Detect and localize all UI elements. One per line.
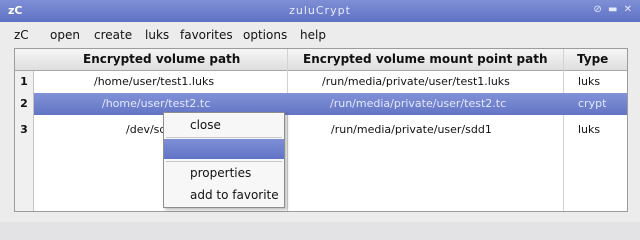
row-number-column: 1 2 3 — [15, 71, 34, 211]
column-header-type[interactable]: Type — [577, 52, 608, 66]
title-bar[interactable]: zC zuluCrypt ⊘ ▬ ✕ — [0, 0, 640, 22]
row-number: 2 — [20, 97, 28, 110]
volume-type-cell: crypt — [578, 97, 607, 110]
volume-type-cell: luks — [578, 123, 601, 136]
mount-path-cell: /run/media/private/user/sdd1 — [331, 123, 492, 136]
context-close-label: close — [190, 118, 221, 132]
mount-path-cell: /run/media/private/user/test2.tc — [330, 97, 507, 110]
table-header: Encrypted volume path Encrypted volume m… — [15, 49, 627, 71]
context-add-to-favorite-label: add to favorite — [190, 188, 279, 202]
window-title: zuluCrypt — [289, 4, 351, 17]
mount-path-cell: /run/media/private/user/test1.luks — [322, 75, 510, 88]
menu-help[interactable]: help — [300, 28, 326, 42]
context-highlighted-item[interactable] — [164, 139, 284, 159]
column-header-volume-path[interactable]: Encrypted volume path — [83, 52, 240, 66]
context-menu: close properties add to favorite — [163, 112, 285, 208]
menu-options[interactable]: options — [243, 28, 287, 42]
minimize-icon[interactable]: ▬ — [608, 4, 617, 15]
context-properties[interactable]: properties — [164, 163, 284, 183]
menu-create[interactable]: create — [94, 28, 132, 42]
close-window-icon[interactable]: ✕ — [624, 4, 632, 15]
volume-type-cell: luks — [578, 75, 601, 88]
menu-luks[interactable]: luks — [145, 28, 169, 42]
menu-favorites[interactable]: favorites — [180, 28, 233, 42]
context-properties-label: properties — [190, 166, 252, 180]
status-bar — [0, 222, 640, 240]
volumes-table[interactable]: Encrypted volume path Encrypted volume m… — [14, 48, 628, 212]
menu-zc[interactable]: zC — [14, 28, 29, 42]
window-help-icon[interactable]: ⊘ — [593, 4, 601, 15]
menu-bar: zC open create luks favorites options he… — [0, 24, 640, 46]
context-add-to-favorite[interactable]: add to favorite — [164, 185, 284, 205]
table-row-selected[interactable]: /home/user/test2.tc /run/media/private/u… — [34, 93, 627, 115]
volume-path-cell: /home/user/test2.tc — [102, 97, 211, 110]
context-close[interactable]: close — [164, 115, 284, 135]
main-window: zC zuluCrypt ⊘ ▬ ✕ zC open create luks f… — [0, 0, 640, 240]
menu-open[interactable]: open — [50, 28, 80, 42]
row-number: 3 — [20, 123, 28, 136]
context-separator — [166, 161, 282, 162]
volume-path-cell: /home/user/test1.luks — [94, 75, 215, 88]
table-row[interactable]: /home/user/test1.luks /run/media/private… — [34, 71, 627, 93]
table-row[interactable]: /dev/sdd1 /run/media/private/user/sdd1 l… — [34, 119, 627, 141]
window-controls: ⊘ ▬ ✕ — [590, 4, 632, 15]
context-separator — [166, 137, 282, 138]
column-header-mount-path[interactable]: Encrypted volume mount point path — [303, 52, 548, 66]
row-number: 1 — [20, 75, 28, 88]
